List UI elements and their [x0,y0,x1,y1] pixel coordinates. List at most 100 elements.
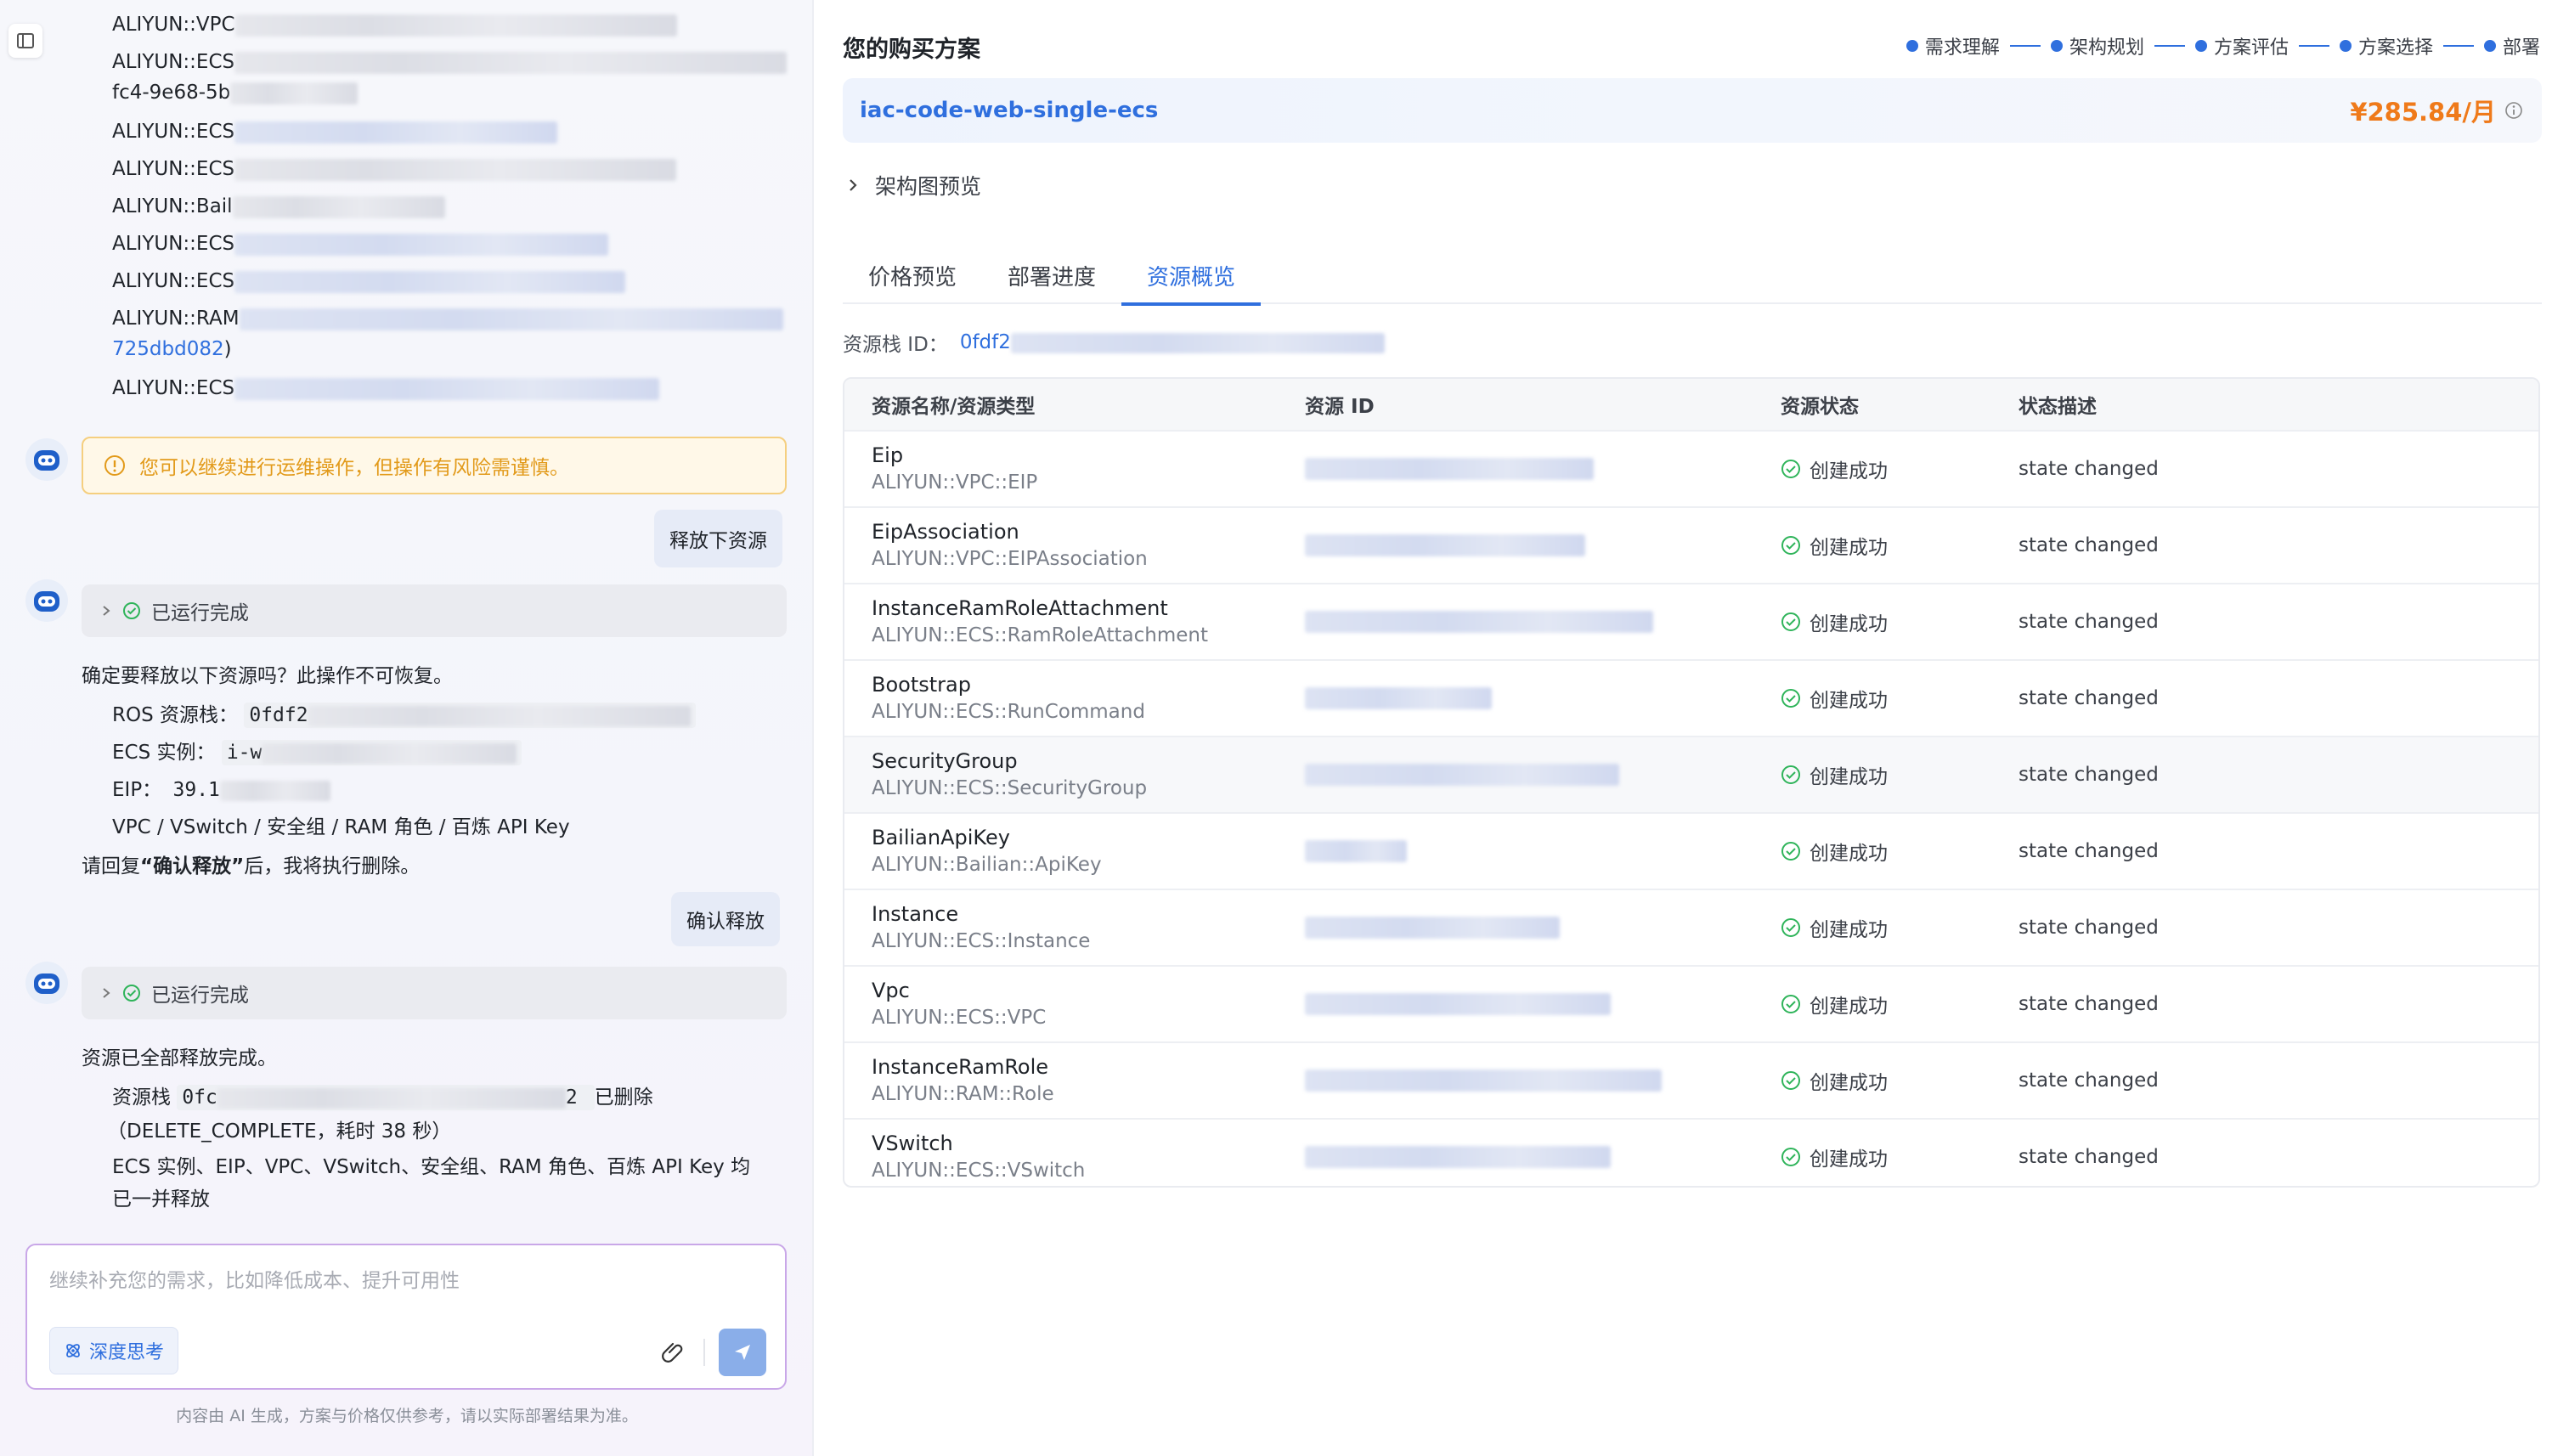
user-message: 释放下资源 [654,510,782,567]
resource-status-cell: 创建成功 [1774,531,2012,560]
resource-type-label: ALIYUN::ECS [112,233,235,255]
attach-button[interactable] [656,1335,690,1369]
resource-line: ALIYUN::ECS fc4-9e68-5b [112,49,800,119]
status-badge: 创建成功 [1781,913,2012,942]
ai-disclaimer: 内容由 AI 生成，方案与价格仅供参考，请以实际部署结果为准。 [176,1407,638,1425]
resource-status-cell: 创建成功 [1774,607,2012,636]
resource-type: ALIYUN::ECS::RamRoleAttachment [872,624,1208,646]
table-row[interactable]: Eip ALIYUN::VPC::EIP 创建成功 state changed [844,430,2538,506]
info-icon[interactable] [2504,101,2523,120]
resource-type: ALIYUN::ECS::RunCommand [872,701,1145,723]
risk-warning-banner: 您可以继续进行运维操作，但操作有风险需谨慎。 [82,437,787,494]
robot-icon [34,591,59,612]
table-row[interactable]: EipAssociation ALIYUN::VPC::EIPAssociati… [844,506,2538,583]
stack-id-link[interactable]: 0fdf2 [960,331,1385,353]
toolbar-divider [703,1339,705,1366]
status-badge: 创建成功 [1781,607,2012,636]
run-status-collapsible[interactable]: 已运行完成 [82,967,787,1019]
redacted-resource-id [1305,458,1594,480]
table-row[interactable]: VSwitch ALIYUN::ECS::VSwitch 创建成功 state … [844,1118,2538,1186]
resource-name: VSwitch [872,1132,953,1155]
release-done-text: 资源已全部释放完成。 [82,1047,277,1069]
check-circle-icon [1781,689,1800,708]
warning-text: 您可以继续进行运维操作，但操作有风险需谨慎。 [139,457,569,479]
run-status-text: 已运行完成 [151,602,249,624]
status-badge: 创建成功 [1781,684,2012,713]
plan-title: 您的购买方案 [843,37,980,63]
run-status-text: 已运行完成 [151,985,249,1007]
table-row[interactable]: Instance ALIYUN::ECS::Instance 创建成功 stat… [844,889,2538,965]
ecs-instance-line: ECS 实例： i-w [112,736,522,765]
table-row[interactable]: Bootstrap ALIYUN::ECS::RunCommand 创建成功 s… [844,659,2538,736]
check-circle-icon [1781,460,1800,478]
check-circle-icon [123,602,140,619]
redacted-resource-id [1305,917,1560,939]
resource-line: ALIYUN::VPC [112,12,800,49]
resource-line: ALIYUN::ECS [112,119,800,156]
resource-id-cell [1298,1146,1774,1168]
resource-name-cell: InstanceRamRoleAttachment ALIYUN::ECS::R… [844,595,1298,649]
deep-think-toggle[interactable]: 深度思考 [49,1327,179,1374]
resource-type-label: ALIYUN::ECS [112,121,235,143]
progress-step: 方案评估 [2194,32,2289,59]
resource-name: EipAssociation [872,520,1019,544]
status-badge: 创建成功 [1781,760,2012,789]
paperclip-icon [662,1342,683,1363]
status-description: state changed [2019,687,2159,709]
other-resources-line: VPC / VSwitch / 安全组 / RAM 角色 / 百炼 API Ke… [112,816,570,838]
step-dot-icon [2483,40,2496,52]
resource-id-cell [1298,458,1774,480]
sidebar-toggle-button[interactable] [8,24,42,58]
resource-name: InstanceRamRoleAttachment [872,596,1168,620]
resource-id-cell [1298,764,1774,786]
step-label: 架构规划 [2069,37,2144,59]
resource-name: Eip [872,443,904,467]
run-status-collapsible[interactable]: 已运行完成 [82,584,787,637]
resource-type: ALIYUN::VPC::EIP [872,471,1038,494]
resource-id-cell [1298,611,1774,633]
resource-type-label: ALIYUN::RAM [112,308,240,330]
status-badge: 创建成功 [1781,1066,2012,1095]
resource-type: ALIYUN::ECS::VSwitch [872,1160,1086,1182]
step-dot-icon [2194,40,2207,52]
table-header: 资源名称/资源类型 资源 ID 资源状态 状态描述 [844,379,2538,430]
table-row[interactable]: SecurityGroup ALIYUN::ECS::SecurityGroup… [844,736,2538,812]
redacted-value [234,121,558,144]
warning-icon [104,455,125,476]
resource-name: Instance [872,902,959,926]
check-circle-icon [1781,842,1800,861]
table-row[interactable]: InstanceRamRole ALIYUN::RAM::Role 创建成功 s… [844,1041,2538,1118]
step-connector [2298,45,2329,47]
plan-price: ¥285.84/月 [2350,93,2523,128]
send-button[interactable] [719,1329,766,1376]
table-row[interactable]: InstanceRamRoleAttachment ALIYUN::ECS::R… [844,583,2538,659]
redacted-value [232,195,445,218]
check-circle-icon [1781,995,1800,1013]
bot-avatar [25,962,68,1004]
tab-2[interactable]: 资源概览 [1121,246,1262,306]
status-description: state changed [2019,534,2159,556]
check-circle-icon [1781,918,1800,937]
chat-panel: ALIYUN::VPC ALIYUN::ECS fc4-9e68-5b ALIYUN:… [0,0,814,1456]
redacted-resource-id [1305,764,1619,786]
progress-steps: 需求理解 架构规划 方案评估 方案选择 部署 [1906,32,2540,59]
user-message-text: 释放下资源 [669,530,767,552]
resource-name-cell: Bootstrap ALIYUN::ECS::RunCommand [844,671,1298,725]
table-row[interactable]: BailianApiKey ALIYUN::Bailian::ApiKey 创建… [844,812,2538,889]
tab-1[interactable]: 部署进度 [982,246,1121,304]
resource-name-cell: SecurityGroup ALIYUN::ECS::SecurityGroup [844,748,1298,802]
resource-id-continuation[interactable]: 725dbd082) [112,336,232,362]
check-circle-icon [1781,1148,1800,1166]
architecture-preview-toggle[interactable]: 架构图预览 [846,170,981,200]
step-dot-icon [1906,40,1918,52]
chat-input[interactable] [49,1264,763,1315]
stack-id-line: 资源栈 ID： 0fdf2 [843,328,1385,357]
status-badge: 创建成功 [1781,454,2012,483]
resource-name: BailianApiKey [872,826,1010,849]
confirm-question: 确定要释放以下资源吗？此操作不可恢复。 [82,665,453,687]
plan-summary-bar: iac-code-web-single-ecs ¥285.84/月 [843,78,2542,143]
resource-id-cell [1298,917,1774,939]
tab-0[interactable]: 价格预览 [843,246,982,304]
resource-status-cell: 创建成功 [1774,990,2012,1019]
table-row[interactable]: Vpc ALIYUN::ECS::VPC 创建成功 state changed [844,965,2538,1041]
